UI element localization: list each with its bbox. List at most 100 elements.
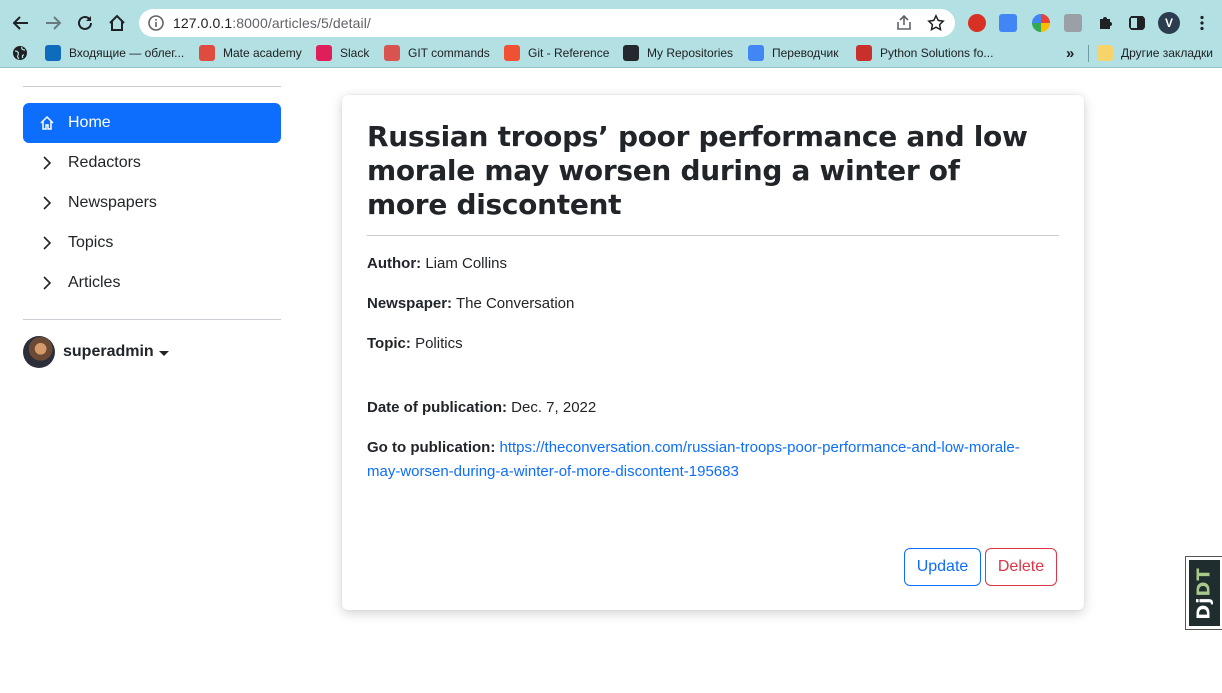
djdt-logo: DjDT <box>1188 560 1220 626</box>
article-card: Russian troops’ poor performance and low… <box>342 95 1084 610</box>
date-field: Date of publication: Dec. 7, 2022 <box>367 396 1047 420</box>
back-button[interactable] <box>9 11 33 35</box>
bookmarks-bar: Входящие — облег... Mate academy Slack GIT … <box>0 38 1222 68</box>
sidebar-item-label: Redactors <box>68 154 141 171</box>
home-outline-icon <box>109 14 125 31</box>
folder-icon <box>1097 45 1113 61</box>
author-label: Author: <box>367 255 422 272</box>
bookmark-label: Переводчик <box>772 46 839 60</box>
sidebar-item-topics[interactable]: Topics <box>23 223 281 263</box>
link-label: Go to publication: <box>367 439 496 456</box>
sidebar-item-label: Home <box>68 114 111 131</box>
url-path: :8000/articles/5/detail/ <box>232 15 371 31</box>
bookmark-label: Mate academy <box>223 46 302 60</box>
sidebar-item-redactors[interactable]: Redactors <box>23 143 281 183</box>
python-solutions-icon <box>856 45 872 61</box>
more-vert-icon[interactable] <box>1193 14 1211 32</box>
sidebar-item-label: Newspapers <box>68 194 157 211</box>
home-button[interactable] <box>105 11 129 35</box>
publication-link-field: Go to publication: https://theconversati… <box>367 436 1032 484</box>
author-value: Liam Collins <box>425 255 508 272</box>
date-label: Date of publication: <box>367 399 507 416</box>
bookmark-item[interactable]: Mate academy <box>199 43 302 63</box>
author-field: Author: Liam Collins <box>367 252 1047 276</box>
chevron-right-icon <box>38 234 56 252</box>
git-commands-icon <box>384 45 400 61</box>
caret-down-icon <box>158 350 169 356</box>
bookmark-label: Git - Reference <box>528 46 610 60</box>
djdt-label: DjDT <box>1194 567 1215 619</box>
other-bookmarks-folder[interactable]: Другие закладки <box>1097 43 1213 63</box>
forward-button[interactable] <box>41 11 65 35</box>
bookmark-star-icon[interactable] <box>927 14 945 32</box>
username: superadmin <box>63 343 154 360</box>
sidebar-top-divider <box>23 86 281 87</box>
git-icon <box>504 45 520 61</box>
url-host: 127.0.0.1 <box>173 15 233 31</box>
apps-globe-icon[interactable] <box>12 45 28 61</box>
reload-button[interactable] <box>73 11 97 35</box>
site-info-icon[interactable] <box>147 14 165 32</box>
more-bookmarks-label: » <box>1066 44 1075 62</box>
sidebar-item-label: Topics <box>68 234 114 251</box>
bookmark-item[interactable]: Git - Reference <box>504 43 609 63</box>
topic-field: Topic: Politics <box>367 332 1047 356</box>
bookmark-label: Slack <box>340 46 370 60</box>
topic-label: Topic: <box>367 335 411 352</box>
reload-icon <box>78 15 92 30</box>
newspaper-label: Newspaper: <box>367 295 453 312</box>
mate-academy-icon <box>199 45 215 61</box>
avatar <box>23 336 55 368</box>
bookmark-item[interactable]: Входящие — облег... <box>45 43 184 63</box>
chevron-right-icon <box>38 194 56 212</box>
djdt-dj: Dj <box>1193 596 1215 620</box>
share-icon[interactable] <box>895 14 913 32</box>
address-bar[interactable]: 127.0.0.1:8000/articles/5/detail/ <box>139 9 955 37</box>
browser-toolbar: 127.0.0.1:8000/articles/5/detail/ V <box>0 0 1222 38</box>
bookmark-item[interactable]: Переводчик <box>748 43 839 63</box>
bookmark-item[interactable]: GIT commands <box>384 43 490 63</box>
bookmark-item[interactable]: Slack <box>316 43 369 63</box>
djdt-dt: DT <box>1193 566 1215 597</box>
arrow-left-icon <box>12 16 28 30</box>
newspaper-value: The Conversation <box>455 295 575 312</box>
profile-avatar[interactable]: V <box>1158 12 1180 34</box>
article-title: Russian troops’ poor performance and low… <box>367 120 1028 221</box>
sidebar-item-newspapers[interactable]: Newspapers <box>23 183 281 223</box>
bookmarks-divider <box>1088 45 1089 62</box>
delete-button[interactable]: Delete <box>985 548 1057 586</box>
outlook-icon <box>45 45 61 61</box>
debug-toolbar-handle[interactable]: DjDT <box>1185 556 1222 630</box>
chevron-right-icon <box>38 274 56 292</box>
bookmark-item[interactable]: Python Solutions fo... <box>856 43 993 63</box>
bookmark-label: Python Solutions fo... <box>880 46 994 60</box>
user-dropdown[interactable]: superadmin <box>23 336 169 368</box>
puzzle-icon[interactable] <box>1096 14 1114 32</box>
sidebar-item-label: Articles <box>68 274 121 291</box>
slack-icon <box>316 45 332 61</box>
translate-extension-icon[interactable] <box>999 14 1017 32</box>
bookmark-label: GIT commands <box>408 46 490 60</box>
arrow-right-icon <box>46 16 62 30</box>
bookmark-item[interactable]: My Repositories <box>623 43 733 63</box>
home-icon <box>38 114 56 132</box>
ext-avatar-icon[interactable] <box>1064 14 1082 32</box>
other-bookmarks-label: Другие закладки <box>1121 46 1213 60</box>
side-panel-icon[interactable] <box>1128 14 1146 32</box>
extension-icon[interactable] <box>968 14 986 32</box>
sidebar-item-articles[interactable]: Articles <box>23 263 281 303</box>
title-divider <box>367 235 1059 236</box>
topic-value: Politics <box>415 335 463 352</box>
newspaper-field: Newspaper: The Conversation <box>367 292 1047 316</box>
chevron-right-icon <box>38 154 56 172</box>
google-translate-icon <box>748 45 764 61</box>
bookmark-label: Входящие — облег... <box>69 46 185 60</box>
sidebar-item-home[interactable]: Home <box>23 103 281 143</box>
url-text: 127.0.0.1:8000/articles/5/detail/ <box>173 15 371 31</box>
github-icon <box>623 45 639 61</box>
t-extension-icon[interactable] <box>1032 14 1050 32</box>
update-button[interactable]: Update <box>904 548 981 586</box>
more-bookmarks-button[interactable]: » <box>1066 43 1074 63</box>
date-value: Dec. 7, 2022 <box>511 399 597 416</box>
bookmark-label: My Repositories <box>647 46 734 60</box>
